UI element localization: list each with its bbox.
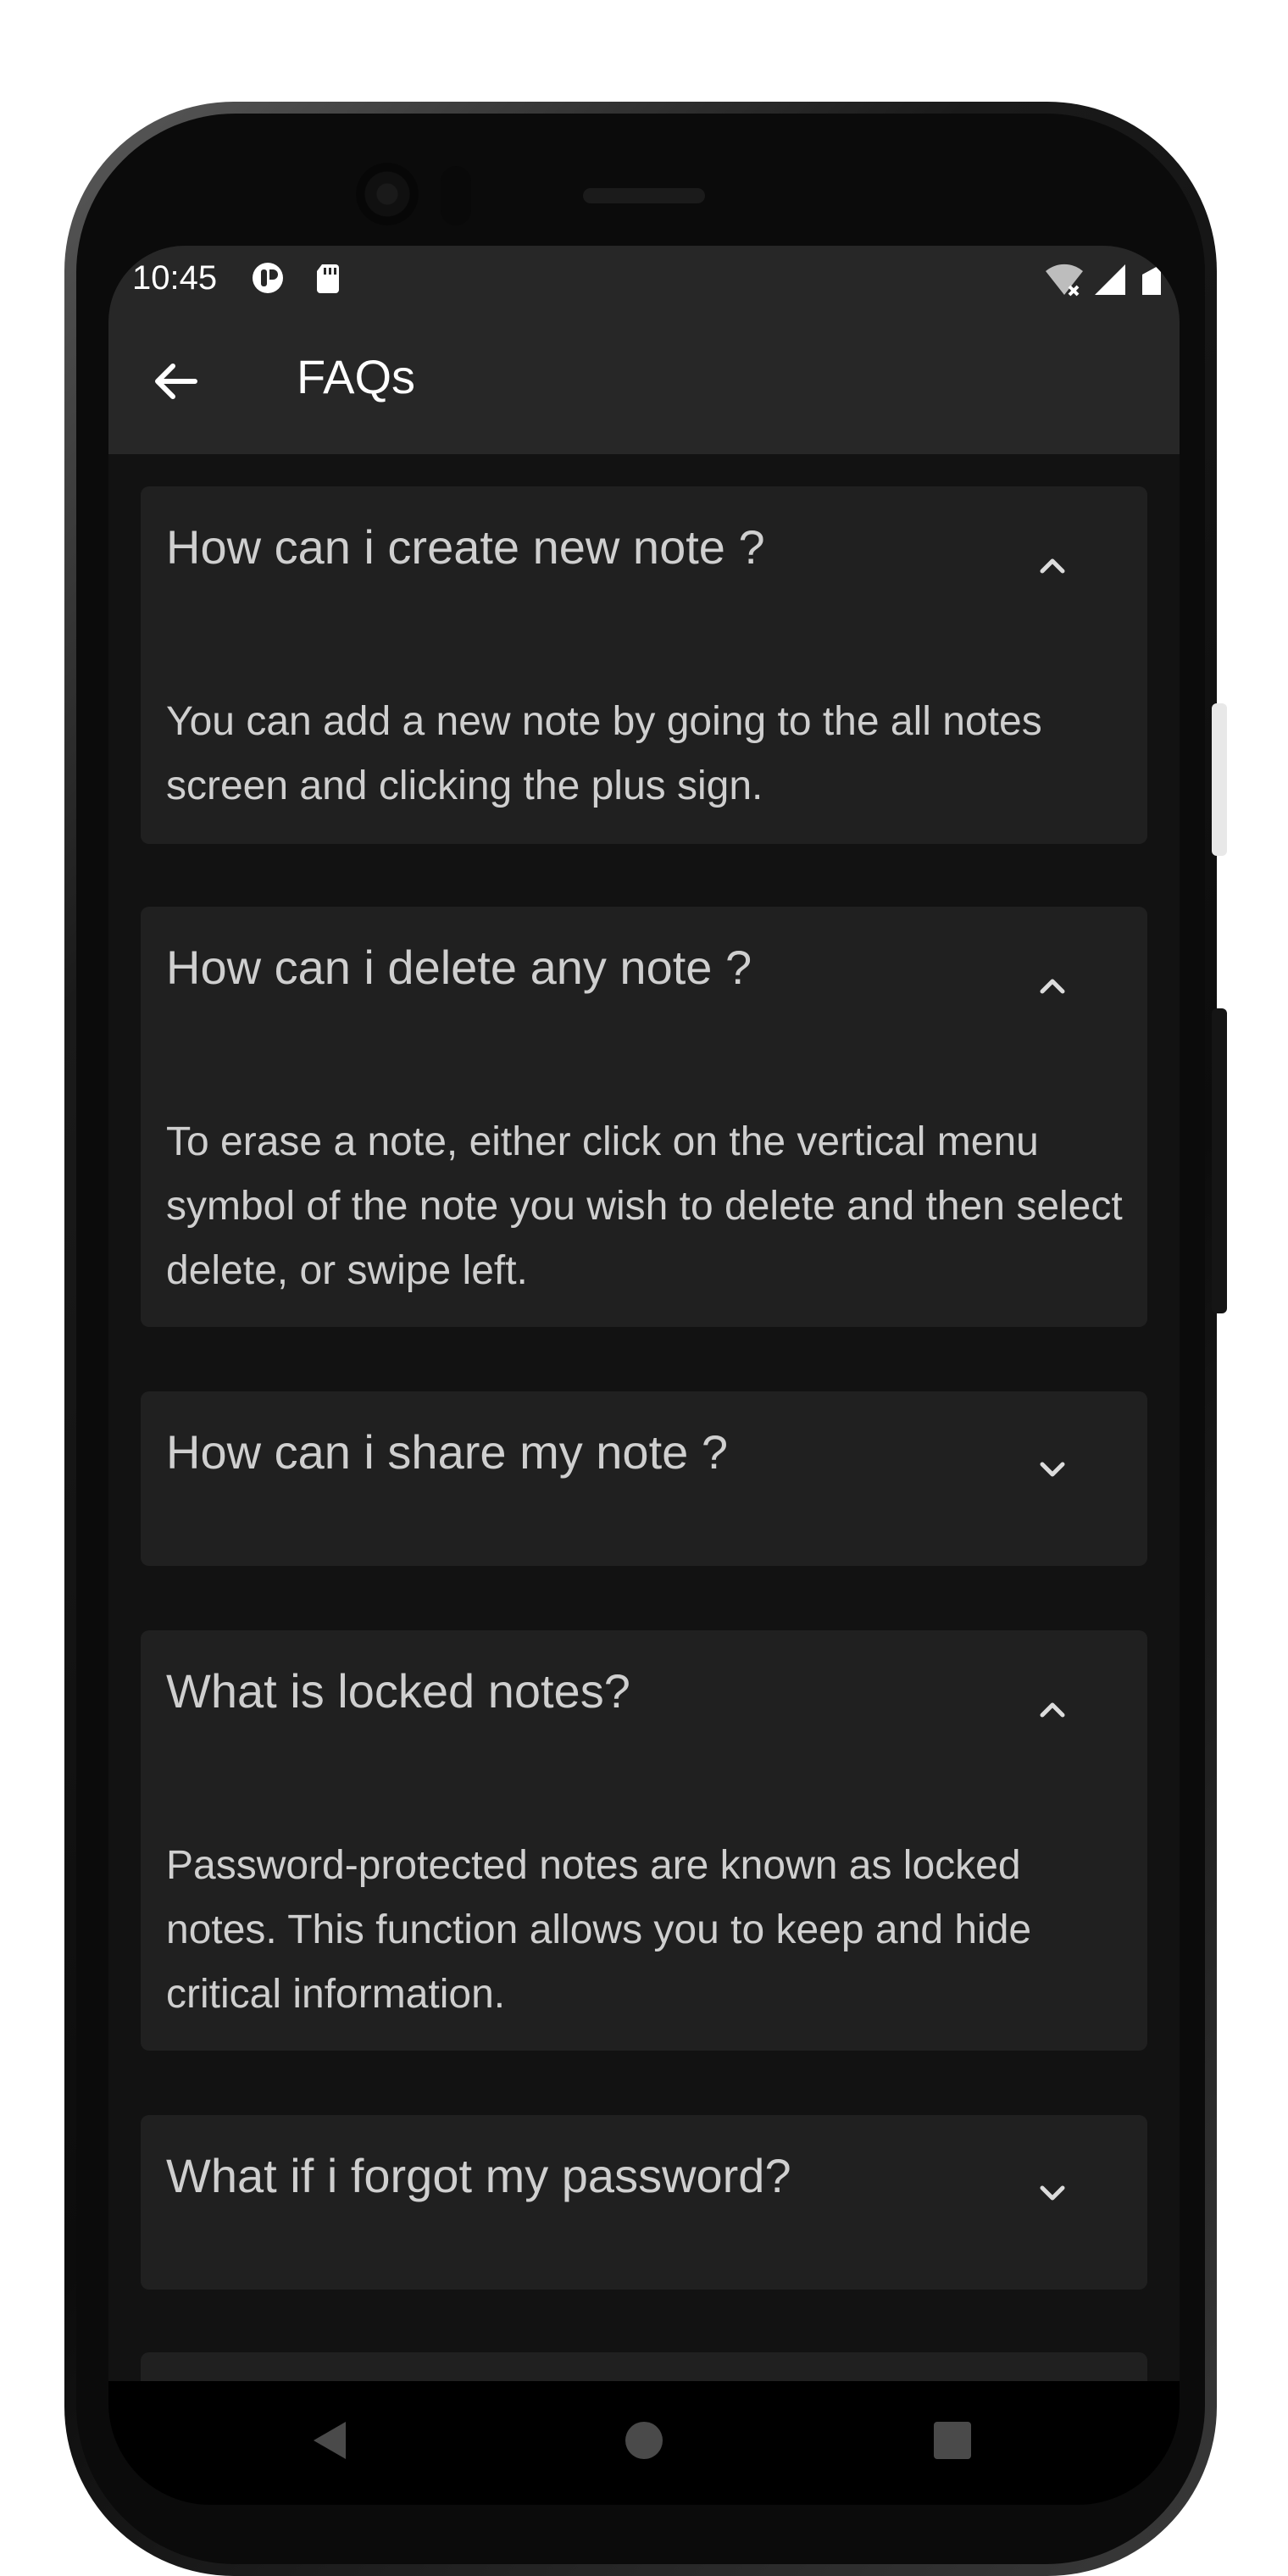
faq-question: What is locked notes? — [166, 1664, 630, 1718]
faq-answer: Password-protected notes are known as lo… — [166, 1843, 1032, 2017]
earpiece-speaker — [583, 188, 705, 203]
chevron-up-icon[interactable] — [1029, 963, 1076, 1010]
signal-icon — [1095, 264, 1125, 295]
faq-item[interactable]: How can i create new note ? You can add … — [141, 486, 1147, 844]
front-camera — [356, 163, 419, 225]
page-title: FAQs — [297, 350, 416, 403]
power-button — [1212, 1008, 1227, 1313]
arrow-back-icon[interactable] — [142, 347, 210, 415]
proximity-sensor — [441, 166, 471, 225]
faq-answer: You can add a new note by going to the a… — [166, 699, 1042, 808]
faq-question: How can i delete any note ? — [166, 941, 752, 994]
recents-square-icon[interactable] — [919, 2407, 986, 2474]
status-bar: 10:45 — [108, 246, 1180, 314]
home-circle-icon[interactable] — [610, 2407, 678, 2474]
chevron-down-icon[interactable] — [1029, 1446, 1076, 1493]
notification-icon — [253, 263, 283, 293]
faq-question: What if i forgot my password? — [166, 2149, 791, 2202]
faq-question: How can i share my note ? — [166, 1425, 728, 1479]
screen: 10:45 FAQs How can i create new note ? Y… — [108, 246, 1180, 2505]
status-time: 10:45 — [132, 259, 218, 297]
faq-item[interactable]: What is locked notes? Password-protected… — [141, 1630, 1147, 2051]
back-triangle-icon[interactable] — [297, 2407, 364, 2474]
wifi-off-icon — [1046, 264, 1083, 297]
volume-button — [1212, 703, 1227, 856]
system-nav-bar — [108, 2381, 1180, 2505]
chevron-up-icon[interactable] — [1029, 542, 1076, 590]
chevron-down-icon[interactable] — [1029, 2169, 1076, 2217]
faq-item[interactable]: How can i delete any note ? To erase a n… — [141, 907, 1147, 1327]
faq-question: How can i create new note ? — [166, 520, 765, 574]
faq-answer: To erase a note, either click on the ver… — [166, 1119, 1123, 1293]
app-bar: FAQs — [108, 314, 1180, 454]
battery-icon — [1142, 264, 1161, 295]
faq-item[interactable]: What if i forgot my password? — [141, 2115, 1147, 2290]
chevron-up-icon[interactable] — [1029, 1686, 1076, 1734]
faq-item[interactable]: How can i share my note ? — [141, 1391, 1147, 1566]
sd-card-icon — [317, 264, 339, 293]
